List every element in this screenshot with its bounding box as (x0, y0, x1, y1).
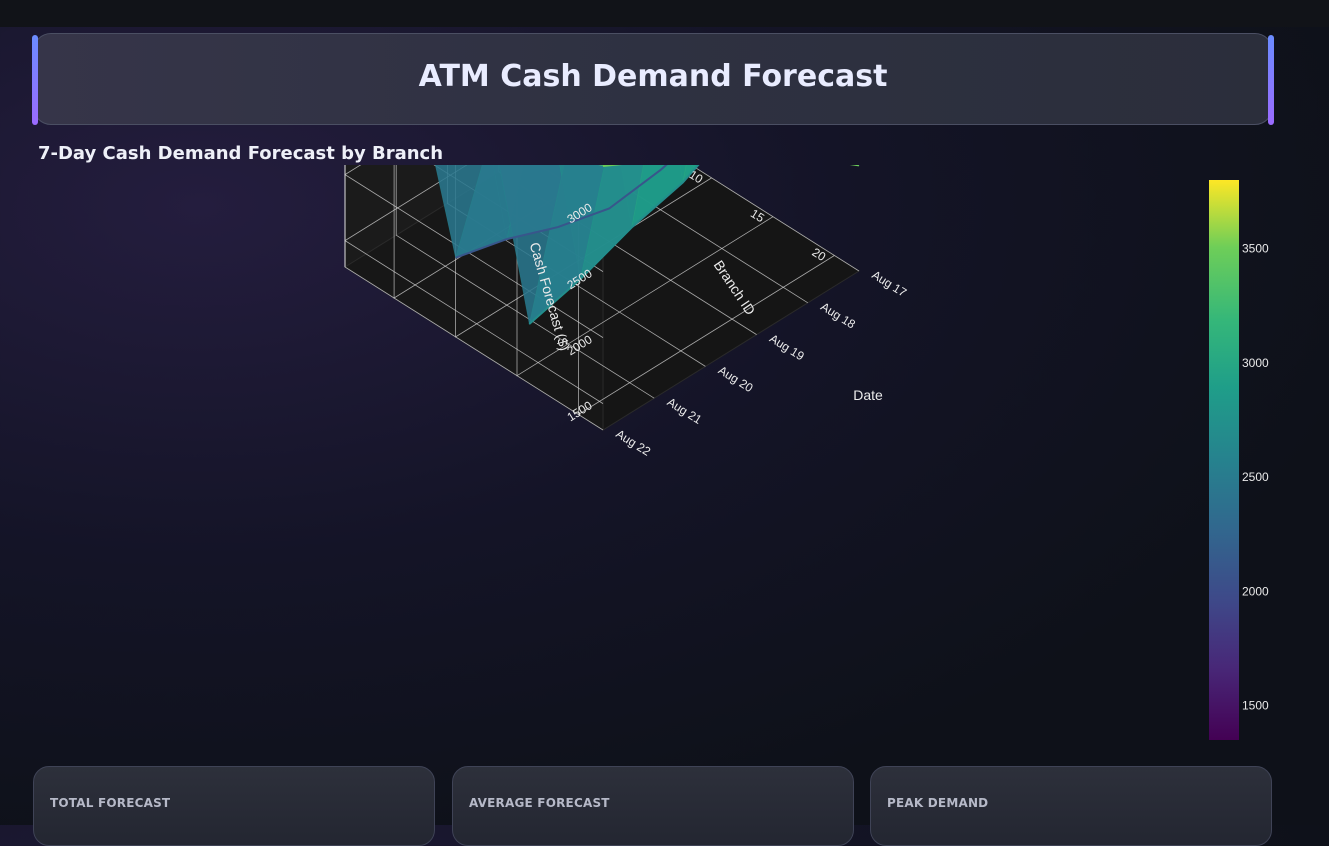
header-card: ATM Cash Demand Forecast (33, 33, 1273, 125)
top-bar (0, 0, 1329, 27)
x-tick-label: Aug 21 (665, 395, 705, 427)
total-forecast-label: TOTAL FORECAST (50, 796, 170, 810)
x-tick-label: Aug 17 (869, 268, 909, 300)
x-tick-label: Aug 20 (716, 363, 756, 395)
average-forecast-label: AVERAGE FORECAST (469, 796, 610, 810)
peak-demand-label: PEAK DEMAND (887, 796, 988, 810)
x-tick-label: Aug 19 (767, 331, 807, 363)
x-tick-label: Aug 22 (613, 427, 653, 459)
colorbar-tick-label: 3000 (1242, 356, 1269, 370)
colorbar-tick-label: 2000 (1242, 584, 1269, 598)
colorbar (1209, 180, 1239, 740)
colorbar-tick-label: 3500 (1242, 242, 1269, 256)
chart-title: 7-Day Cash Demand Forecast by Branch (38, 141, 443, 163)
colorbar-tick-label: 2500 (1242, 470, 1269, 484)
peak-demand-card: PEAK DEMAND (870, 766, 1272, 846)
x-tick-label: Aug 18 (818, 299, 858, 331)
x-axis-title: Date (853, 387, 883, 403)
total-forecast-card: TOTAL FORECAST (33, 766, 435, 846)
page-title: ATM Cash Demand Forecast (34, 59, 1272, 94)
colorbar-tick-label: 1500 (1242, 699, 1269, 713)
surface-chart[interactable]: Aug 17Aug 18Aug 19Aug 20Aug 21Aug 225101… (0, 165, 1329, 765)
average-forecast-card: AVERAGE FORECAST (452, 766, 854, 846)
